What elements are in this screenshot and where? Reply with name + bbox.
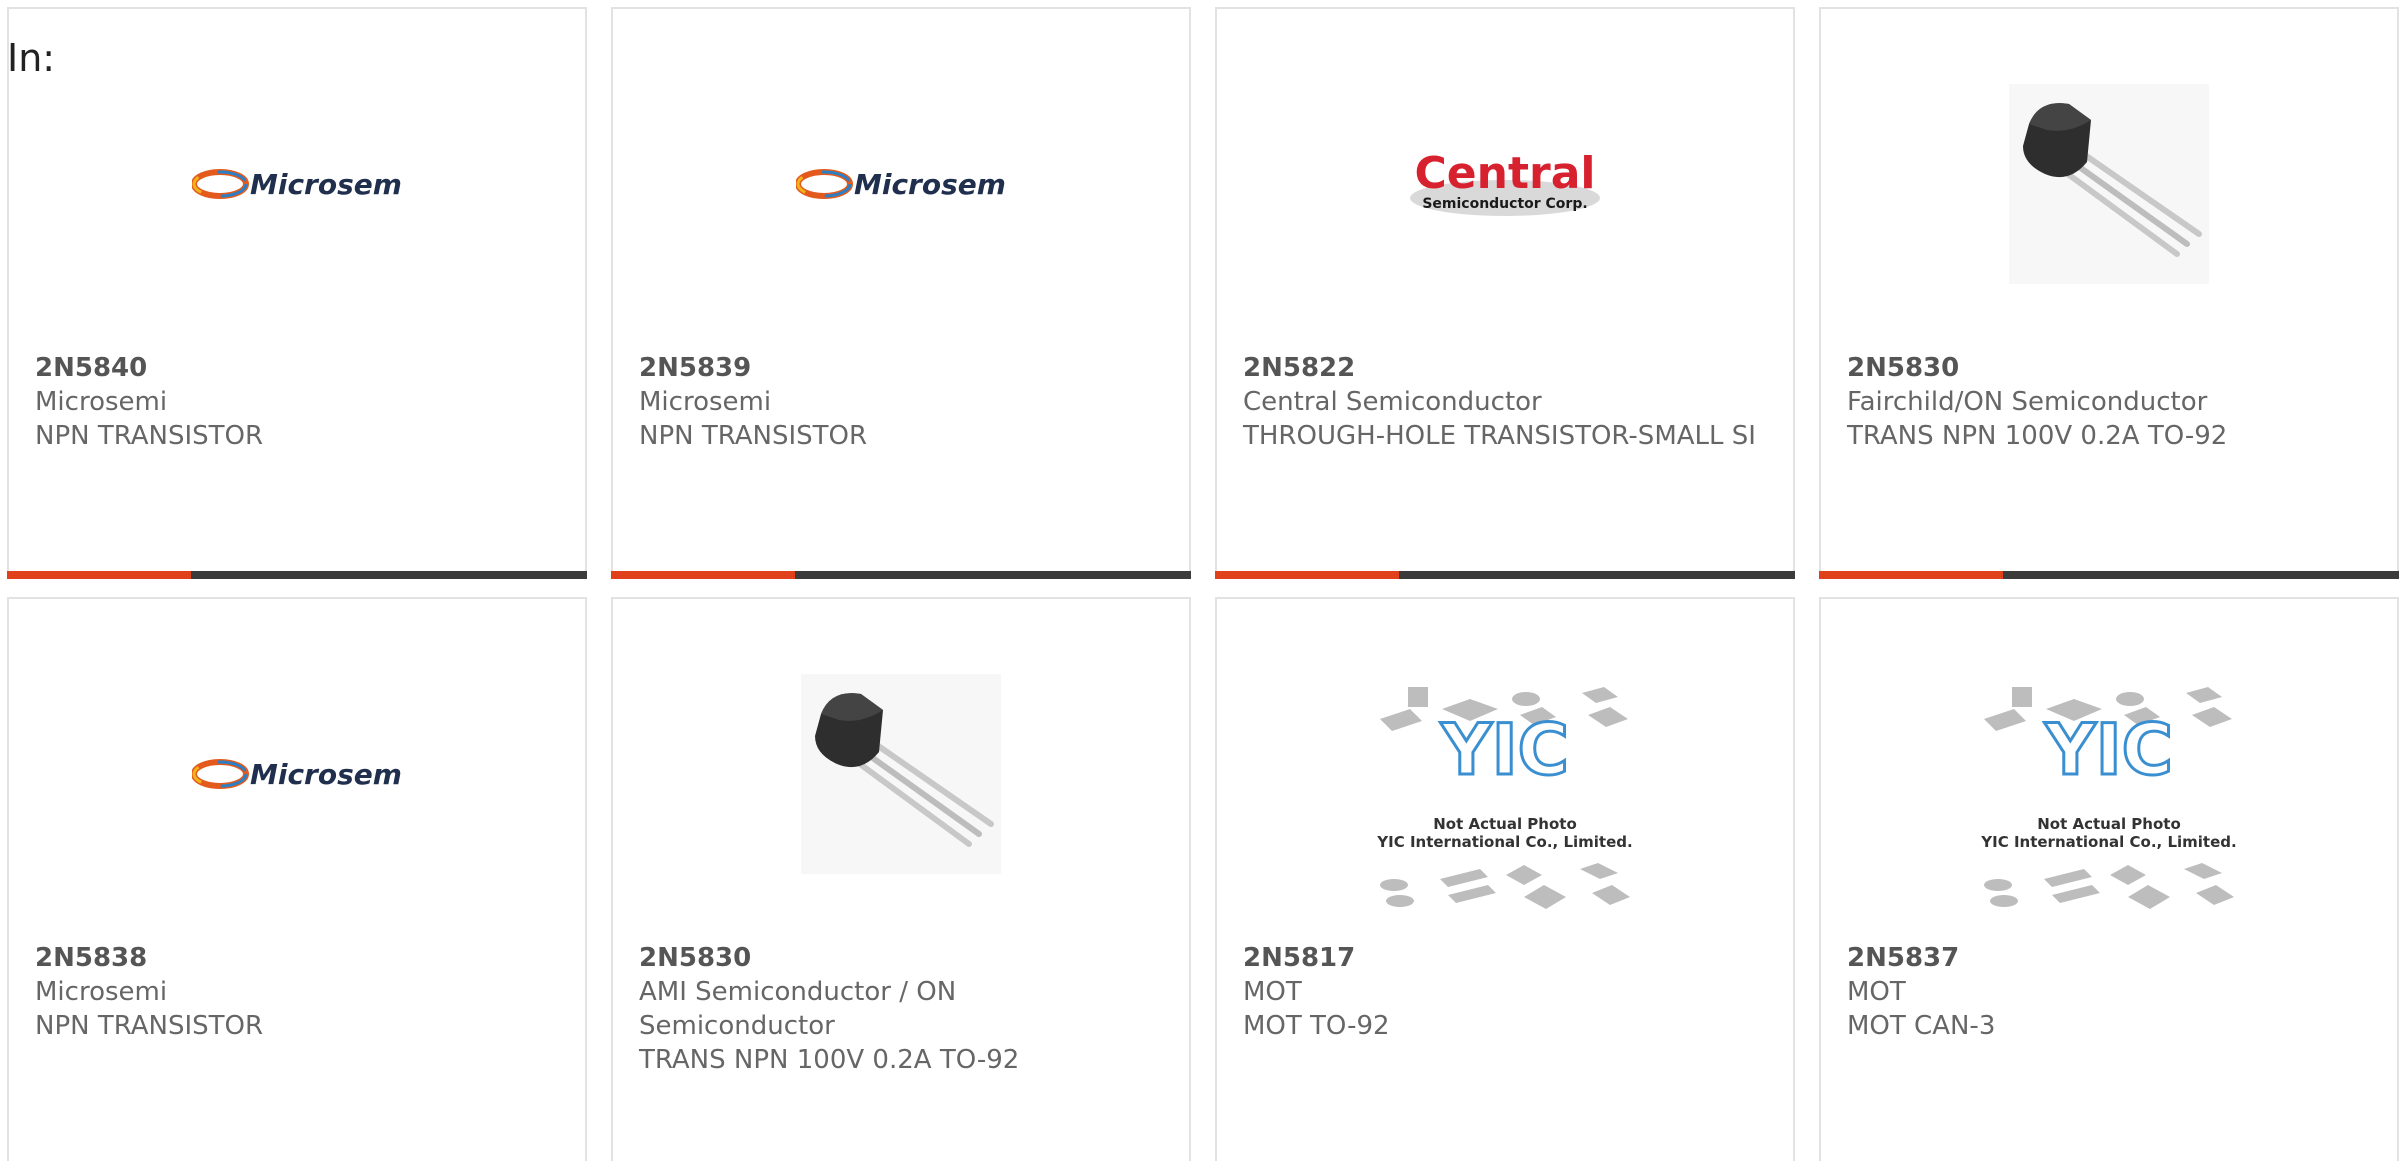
microsemi-logo: Microsemi: [192, 758, 402, 791]
product-image[interactable]: YIC Not Actual Photo YIC International C…: [1217, 679, 1793, 919]
manufacturer: MOT: [1847, 977, 1906, 1007]
manufacturer: Microsemi: [35, 387, 168, 417]
description: THROUGH-HOLE TRANSISTOR-SMALL SI: [1243, 421, 1756, 451]
to92-transistor-photo: [801, 674, 1001, 874]
card-accent: [1819, 571, 2003, 579]
central-semiconductor-logo: Central Semiconductor Corp.: [1410, 148, 1600, 216]
card-footer-bar: [1819, 571, 2399, 579]
placeholder-company: YIC International Co., Limited.: [1980, 833, 2236, 851]
manufacturer: Central Semiconductor: [1243, 387, 1542, 417]
microsemi-logo: Microsemi: [796, 168, 1006, 201]
product-image[interactable]: Microsemi: [613, 59, 1189, 309]
product-results-page: Microsemi 2N5840 Microsemi NPN TRANSISTO…: [0, 0, 2400, 1161]
product-card[interactable]: YIC Not Actual Photo YIC International C…: [1215, 597, 1795, 1161]
logo-text: Microsemi: [250, 758, 402, 791]
product-image[interactable]: Microsemi: [9, 59, 585, 309]
placeholder-caption: Not Actual Photo: [1433, 815, 1577, 833]
part-number[interactable]: 2N5822: [1243, 351, 1763, 385]
logo-text: Microsemi: [250, 168, 402, 201]
microsemi-logo: Microsemi: [192, 168, 402, 201]
description: NPN TRANSISTOR: [35, 421, 264, 451]
manufacturer: MOT: [1243, 977, 1302, 1007]
manufacturer: AMI Semiconductor / ON Semiconductor: [639, 977, 957, 1041]
yic-placeholder-image: YIC Not Actual Photo YIC International C…: [1980, 687, 2237, 909]
part-number[interactable]: 2N5817: [1243, 941, 1763, 975]
product-image[interactable]: Microsemi: [9, 649, 585, 899]
part-number[interactable]: 2N5839: [639, 351, 1159, 385]
product-info: 2N5830 Fairchild/ON Semiconductor TRANS …: [1847, 351, 2367, 453]
product-grid: Microsemi 2N5840 Microsemi NPN TRANSISTO…: [7, 7, 2399, 1161]
product-card[interactable]: YIC Not Actual Photo YIC International C…: [1819, 597, 2399, 1161]
product-image[interactable]: Central Semiconductor Corp.: [1217, 59, 1793, 309]
product-image[interactable]: [613, 669, 1189, 879]
card-accent: [7, 571, 191, 579]
product-info: 2N5840 Microsemi NPN TRANSISTOR: [35, 351, 555, 453]
product-card[interactable]: Microsemi 2N5838 Microsemi NPN TRANSISTO…: [7, 597, 587, 1161]
product-card[interactable]: Microsemi 2N5840 Microsemi NPN TRANSISTO…: [7, 7, 587, 579]
logo-text: Microsemi: [854, 168, 1006, 201]
manufacturer: Microsemi: [35, 977, 168, 1007]
yic-placeholder-image: YIC Not Actual Photo YIC International C…: [1376, 687, 1633, 909]
placeholder-caption: Not Actual Photo: [2037, 815, 2181, 833]
product-image[interactable]: [1821, 79, 2397, 289]
filter-label: In:: [7, 36, 56, 80]
card-footer-bar: [611, 571, 1191, 579]
part-number[interactable]: 2N5830: [639, 941, 1159, 975]
description: TRANS NPN 100V 0.2A TO-92: [639, 1045, 1020, 1075]
product-card[interactable]: 2N5830 Fairchild/ON Semiconductor TRANS …: [1819, 7, 2399, 579]
product-info: 2N5817 MOT MOT TO-92: [1243, 941, 1763, 1043]
product-card[interactable]: Central Semiconductor Corp. 2N5822 Centr…: [1215, 7, 1795, 579]
part-number[interactable]: 2N5830: [1847, 351, 2367, 385]
placeholder-company: YIC International Co., Limited.: [1376, 833, 1632, 851]
description: MOT TO-92: [1243, 1011, 1390, 1041]
part-number[interactable]: 2N5840: [35, 351, 555, 385]
card-footer-bar: [7, 571, 587, 579]
product-info: 2N5830 AMI Semiconductor / ON Semiconduc…: [639, 941, 1159, 1077]
description: NPN TRANSISTOR: [35, 1011, 264, 1041]
logo-text: Central: [1415, 148, 1596, 199]
description: MOT CAN-3: [1847, 1011, 1996, 1041]
description: NPN TRANSISTOR: [639, 421, 868, 451]
part-number[interactable]: 2N5838: [35, 941, 555, 975]
card-accent: [611, 571, 795, 579]
card-footer-bar: [1215, 571, 1795, 579]
manufacturer: Fairchild/ON Semiconductor: [1847, 387, 2208, 417]
product-info: 2N5838 Microsemi NPN TRANSISTOR: [35, 941, 555, 1043]
card-accent: [1215, 571, 1399, 579]
product-card[interactable]: Microsemi 2N5839 Microsemi NPN TRANSISTO…: [611, 7, 1191, 579]
yic-logo-text: YIC: [2044, 709, 2173, 791]
product-info: 2N5839 Microsemi NPN TRANSISTOR: [639, 351, 1159, 453]
to92-transistor-photo: [2009, 84, 2209, 284]
part-number[interactable]: 2N5837: [1847, 941, 2367, 975]
product-card[interactable]: 2N5830 AMI Semiconductor / ON Semiconduc…: [611, 597, 1191, 1161]
manufacturer: Microsemi: [639, 387, 772, 417]
logo-subtext: Semiconductor Corp.: [1422, 196, 1587, 212]
product-info: 2N5822 Central Semiconductor THROUGH-HOL…: [1243, 351, 1763, 453]
product-info: 2N5837 MOT MOT CAN-3: [1847, 941, 2367, 1043]
description: TRANS NPN 100V 0.2A TO-92: [1847, 421, 2228, 451]
yic-logo-text: YIC: [1440, 709, 1569, 791]
product-image[interactable]: YIC Not Actual Photo YIC International C…: [1821, 679, 2397, 919]
